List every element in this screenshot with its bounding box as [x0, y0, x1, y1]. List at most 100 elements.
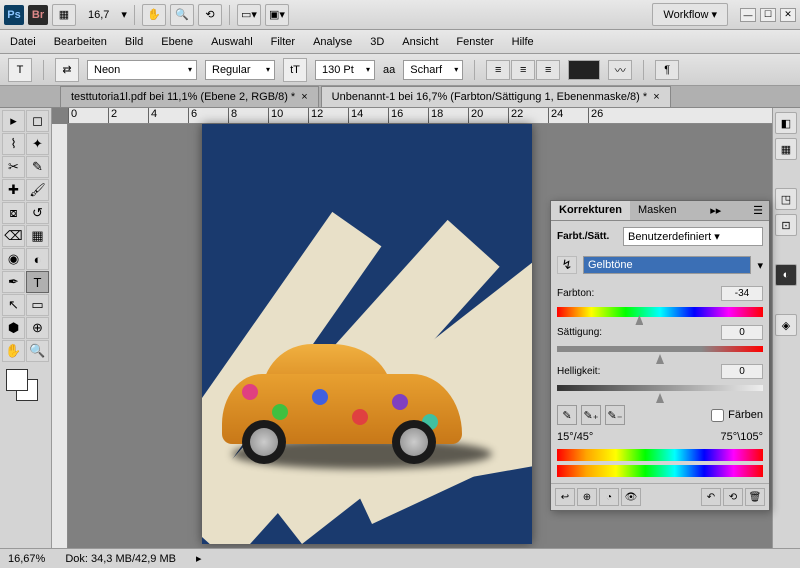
brush-tool[interactable]: 🖌 [26, 179, 49, 201]
move-tool[interactable]: ▸ [2, 110, 25, 132]
history-brush-tool[interactable]: ↺ [26, 202, 49, 224]
type-tool[interactable]: T [26, 271, 49, 293]
warp-text-button[interactable]: 〰 [608, 60, 632, 80]
panel-menu-icon[interactable]: ☰ [747, 201, 769, 220]
wand-tool[interactable]: ✦ [26, 133, 49, 155]
close-tab-icon[interactable]: × [653, 91, 659, 103]
maximize-button[interactable]: ☐ [760, 8, 776, 22]
panel-collapse-icon[interactable]: ▸▸ [704, 201, 727, 220]
foreground-color[interactable] [6, 369, 28, 391]
menu-fenster[interactable]: Fenster [456, 36, 493, 48]
zoom-level[interactable]: 16,7 [80, 9, 117, 21]
lightness-input[interactable]: 0 [721, 364, 763, 379]
menu-datei[interactable]: Datei [10, 36, 36, 48]
crop-tool[interactable]: ✂ [2, 156, 25, 178]
dodge-tool[interactable]: ◐ [26, 248, 49, 270]
align-center-button[interactable]: ≡ [511, 60, 535, 80]
hand-tool-icon[interactable]: ✋ [142, 4, 166, 26]
font-family-select[interactable]: Neon [87, 60, 197, 80]
lightness-slider[interactable] [557, 385, 763, 395]
swatches-panel-icon[interactable]: ▦ [775, 138, 797, 160]
hand-tool[interactable]: ✋ [2, 340, 25, 362]
eyedropper-plus-icon[interactable]: ✎₊ [581, 405, 601, 425]
menu-analyse[interactable]: Analyse [313, 36, 352, 48]
lasso-tool[interactable]: ⌇ [2, 133, 25, 155]
menu-auswahl[interactable]: Auswahl [211, 36, 253, 48]
gradient-tool[interactable]: ▦ [26, 225, 49, 247]
status-arrow-icon[interactable]: ▸ [196, 552, 202, 565]
targeted-adjust-icon[interactable]: ↯ [557, 256, 577, 274]
color-panel-icon[interactable]: ◧ [775, 112, 797, 134]
colorize-checkbox[interactable] [711, 409, 724, 422]
close-tab-icon[interactable]: × [301, 91, 307, 103]
menu-hilfe[interactable]: Hilfe [512, 36, 534, 48]
photoshop-icon: Ps [4, 5, 24, 25]
rotate-view-icon[interactable]: ⟲ [198, 4, 222, 26]
menu-3d[interactable]: 3D [370, 36, 384, 48]
paths-panel-icon[interactable]: ◈ [775, 314, 797, 336]
close-button[interactable]: ✕ [780, 8, 796, 22]
korrekturen-tab[interactable]: Korrekturen [551, 201, 630, 220]
previous-icon[interactable]: ↶ [701, 488, 721, 506]
color-swatches[interactable] [2, 367, 49, 407]
minimize-button[interactable]: — [740, 8, 756, 22]
document-canvas[interactable] [202, 124, 532, 544]
stamp-tool[interactable]: ⧇ [2, 202, 25, 224]
channel-select[interactable]: Gelbtöne [583, 256, 751, 274]
eyedropper-icon[interactable]: ✎ [557, 405, 577, 425]
visibility-icon[interactable]: 👁 [621, 488, 641, 506]
screen-mode-icon[interactable]: ▣▾ [265, 4, 289, 26]
text-color-swatch[interactable] [568, 60, 600, 80]
expand-icon[interactable]: ⊕ [577, 488, 597, 506]
trash-icon[interactable]: 🗑 [745, 488, 765, 506]
hue-input[interactable]: -34 [721, 286, 763, 301]
hue-slider[interactable] [557, 307, 763, 317]
eyedropper-minus-icon[interactable]: ✎₋ [605, 405, 625, 425]
align-right-button[interactable]: ≡ [536, 60, 560, 80]
menu-bild[interactable]: Bild [125, 36, 143, 48]
arrange-icon[interactable]: ▭▾ [237, 4, 261, 26]
bridge-icon[interactable]: Br [28, 5, 48, 25]
character-panel-button[interactable]: ¶ [655, 60, 679, 80]
menu-ebene[interactable]: Ebene [161, 36, 193, 48]
zoom-tool[interactable]: 🔍 [26, 340, 49, 362]
menu-ansicht[interactable]: Ansicht [402, 36, 438, 48]
status-doc-size[interactable]: Dok: 34,3 MB/42,9 MB [65, 553, 176, 565]
return-icon[interactable]: ↩ [555, 488, 575, 506]
zoom-tool-icon[interactable]: 🔍 [170, 4, 194, 26]
eraser-tool[interactable]: ⌫ [2, 225, 25, 247]
chevron-down-icon[interactable]: ▾ [757, 259, 763, 272]
layout-icon[interactable]: ▦ [52, 4, 76, 26]
saturation-input[interactable]: 0 [721, 325, 763, 340]
shape-tool[interactable]: ▭ [26, 294, 49, 316]
orientation-toggle[interactable]: ⇄ [55, 58, 79, 82]
document-tab[interactable]: testtutoria1l.pdf bei 11,1% (Ebene 2, RG… [60, 86, 319, 107]
preset-select[interactable]: Benutzerdefiniert ▾ [623, 227, 763, 246]
range-left-label: 15°/45° [557, 431, 593, 443]
hue-range-bar[interactable] [557, 449, 763, 461]
reset-icon[interactable]: ⟲ [723, 488, 743, 506]
font-size-select[interactable]: 130 Pt [315, 60, 375, 80]
menu-bearbeiten[interactable]: Bearbeiten [54, 36, 107, 48]
3d-tool[interactable]: ⬢ [2, 317, 25, 339]
status-zoom[interactable]: 16,67% [8, 553, 45, 565]
path-tool[interactable]: ↖ [2, 294, 25, 316]
font-weight-select[interactable]: Regular [205, 60, 275, 80]
adjustments-panel-icon[interactable]: ◐ [775, 264, 797, 286]
layers-panel-icon[interactable]: ◳ [775, 188, 797, 210]
workspace-switcher[interactable]: Workflow ▾ [652, 3, 728, 26]
align-left-button[interactable]: ≡ [486, 60, 510, 80]
pen-tool[interactable]: ✒ [2, 271, 25, 293]
blur-tool[interactable]: ◉ [2, 248, 25, 270]
masken-tab[interactable]: Masken [630, 201, 685, 220]
menu-filter[interactable]: Filter [271, 36, 295, 48]
marquee-tool[interactable]: ◻ [26, 110, 49, 132]
saturation-slider[interactable] [557, 346, 763, 356]
clip-icon[interactable]: ◔ [599, 488, 619, 506]
antialias-select[interactable]: Scharf [403, 60, 463, 80]
document-tab[interactable]: Unbenannt-1 bei 16,7% (Farbton/Sättigung… [321, 86, 671, 107]
3d-camera-tool[interactable]: ⊕ [26, 317, 49, 339]
eyedropper-tool[interactable]: ✎ [26, 156, 49, 178]
heal-tool[interactable]: ✚ [2, 179, 25, 201]
channels-panel-icon[interactable]: ⊡ [775, 214, 797, 236]
